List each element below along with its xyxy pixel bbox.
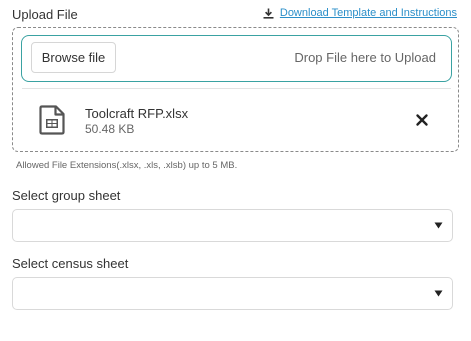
- download-template-link[interactable]: Download Template and Instructions: [263, 7, 457, 19]
- download-link-text[interactable]: Download Template and Instructions: [280, 7, 457, 19]
- spreadsheet-file-icon: [39, 105, 65, 135]
- browse-file-button[interactable]: Browse file: [31, 42, 116, 73]
- drop-area[interactable]: Browse file Drop File here to Upload: [21, 35, 452, 82]
- download-icon: [263, 8, 274, 19]
- group-sheet-label: Select group sheet: [12, 188, 121, 203]
- divider: [22, 88, 451, 89]
- remove-file-close-icon[interactable]: [414, 112, 430, 128]
- upload-form: Upload File Download Template and Instru…: [0, 0, 471, 341]
- upload-header: Upload File Download Template and Instru…: [12, 6, 459, 24]
- chevron-down-icon: [434, 222, 443, 229]
- file-size: 50.48 KB: [85, 122, 135, 136]
- file-drop-zone[interactable]: Browse file Drop File here to Upload Too…: [12, 27, 459, 152]
- census-sheet-label: Select census sheet: [12, 256, 129, 271]
- upload-file-label: Upload File: [12, 7, 78, 22]
- group-sheet-select[interactable]: [12, 209, 453, 242]
- file-name: Toolcraft RFP.xlsx: [85, 106, 189, 121]
- census-sheet-select[interactable]: [12, 277, 453, 310]
- allowed-extensions-text: Allowed File Extensions(.xlsx, .xls, .xl…: [16, 160, 238, 171]
- drop-file-text: Drop File here to Upload: [294, 50, 436, 65]
- chevron-down-icon: [434, 290, 443, 297]
